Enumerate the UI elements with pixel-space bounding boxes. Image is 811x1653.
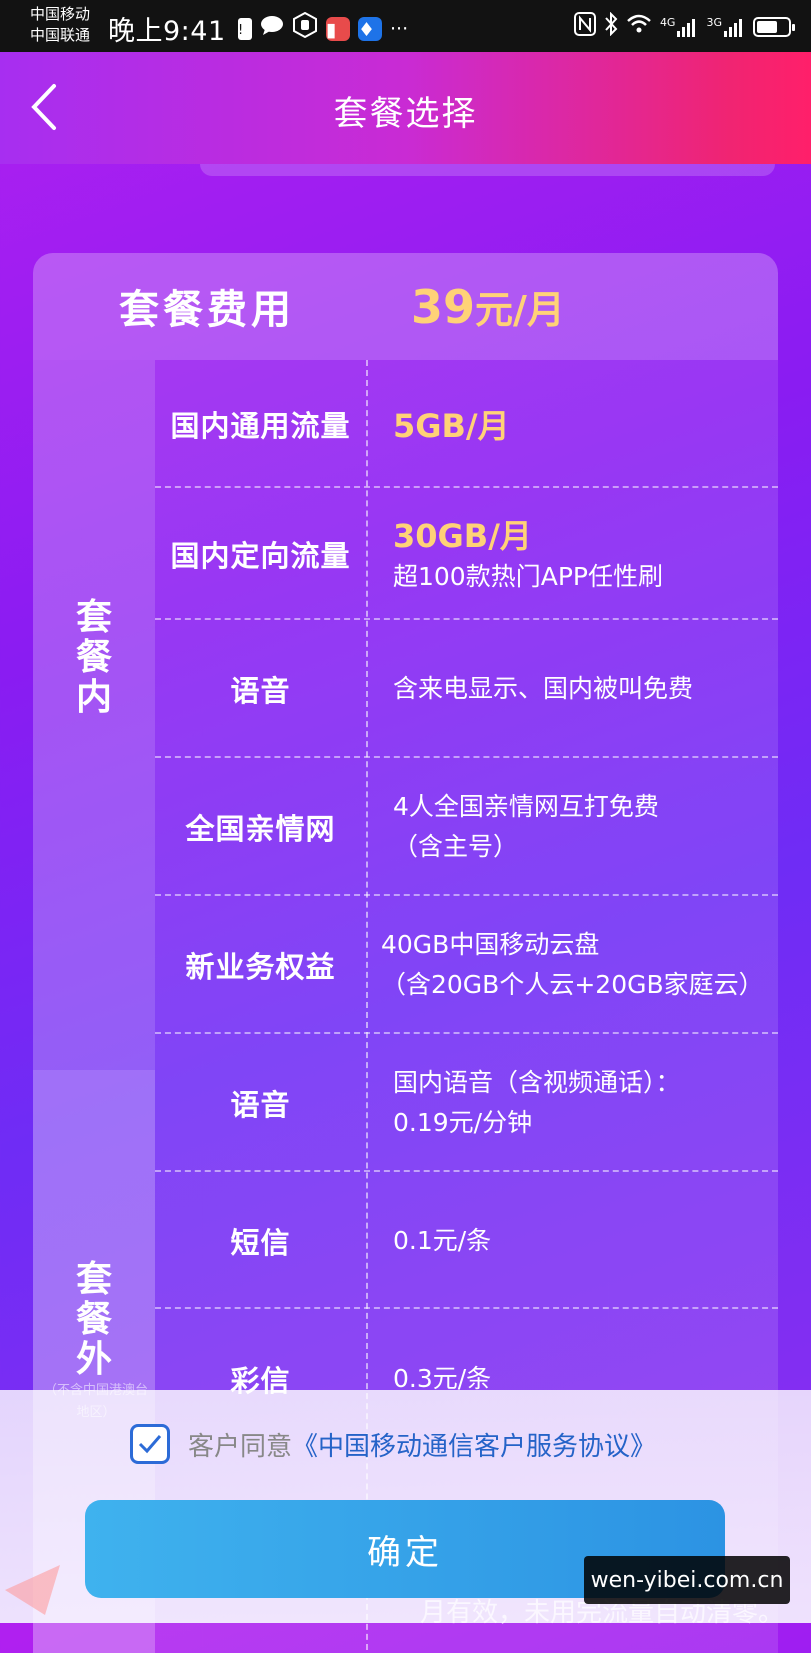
- row-label: 短信: [230, 1225, 291, 1260]
- row-detail: 超100款热门APP任性刷: [393, 562, 663, 591]
- section-excluded-label: 套餐外: [75, 1259, 112, 1380]
- carrier-1: 中国移动: [30, 5, 91, 23]
- signal-3g-icon: 3G: [706, 16, 745, 38]
- signal-4g-icon: 4G: [660, 16, 699, 38]
- agreement-checkbox[interactable]: [130, 1424, 170, 1464]
- row-detail-2: 0.19元/分钟: [393, 1108, 533, 1137]
- nfc-icon: [573, 12, 596, 41]
- book-app-icon: ▮: [326, 16, 350, 41]
- row-family-network: 全国亲情网 4人全国亲情网互打免费 （含主号）: [155, 758, 778, 896]
- watermark: wen-yibei.com.cn: [584, 1556, 790, 1604]
- row-value: 5GB/月: [393, 407, 510, 445]
- alert-icon: !: [238, 17, 252, 40]
- section-included-label: 套餐内: [75, 597, 112, 718]
- row-label: 语音: [230, 1088, 291, 1122]
- section-included: 套餐内: [33, 360, 155, 1070]
- row-value: 30GB/月: [393, 517, 532, 555]
- row-detail: 4人全国亲情网互打免费: [393, 792, 659, 821]
- carrier-2: 中国联通: [30, 26, 91, 44]
- row-detail-2: （含主号）: [393, 832, 519, 861]
- row-extra-voice: 语音 国内语音（含视频通话）： 0.19元/分钟: [155, 1034, 778, 1172]
- row-label: 新业务权益: [185, 950, 336, 984]
- row-directed-data: 国内定向流量 30GB/月 超100款热门APP任性刷: [155, 488, 778, 620]
- hand-icon: [292, 11, 318, 45]
- row-general-data: 国内通用流量 5GB/月: [155, 360, 778, 488]
- fee-unit: 元/月: [475, 288, 565, 332]
- bulb-app-icon: ♦: [358, 16, 382, 41]
- row-detail-2: （含20GB个人云+20GB家庭云）: [381, 970, 764, 999]
- page-title: 套餐选择: [333, 94, 478, 134]
- row-sms: 短信 0.1元/条: [155, 1172, 778, 1309]
- row-label: 国内通用流量: [170, 409, 351, 443]
- fee-value: 39元/月: [411, 279, 565, 334]
- row-detail: 国内语音（含视频通话）：: [393, 1068, 681, 1097]
- wifi-icon: [626, 13, 652, 40]
- row-detail: 40GB中国移动云盘: [381, 930, 600, 959]
- row-label: 全国亲情网: [185, 812, 336, 846]
- message-bubble-icon: [260, 14, 284, 43]
- agreement-prefix: 客户同意: [188, 1431, 293, 1462]
- nav-header: 套餐选择: [0, 52, 811, 164]
- agreement-row: 客户同意《中国移动通信客户服务协议》: [130, 1424, 656, 1464]
- row-detail: 0.1元/条: [393, 1225, 492, 1255]
- carrier-info: 中国移动 中国联通: [30, 4, 90, 46]
- service-agreement-link[interactable]: 《中国移动通信客户服务协议》: [292, 1432, 656, 1462]
- fee-label: 套餐费用: [119, 287, 295, 333]
- status-bar: 中国移动 中国联通 晚上9:41 ! ▮ ♦ ··· 4G 3G: [0, 0, 811, 52]
- row-voice: 语音 含来电显示、国内被叫免费: [155, 620, 778, 758]
- battery-icon: [753, 16, 795, 37]
- checkmark-icon: [138, 1435, 162, 1454]
- system-status: 4G 3G: [573, 11, 795, 41]
- row-label: 国内定向流量: [170, 539, 351, 573]
- row-label: 语音: [230, 674, 291, 708]
- bluetooth-icon: [604, 11, 618, 41]
- notification-icons: ! ▮ ♦ ···: [238, 11, 409, 45]
- top-card-edge: [200, 164, 775, 176]
- row-detail: 含来电显示、国内被叫免费: [393, 674, 694, 703]
- fee-row: 套餐费用 39元/月: [33, 253, 778, 360]
- row-new-benefits: 新业务权益 40GB中国移动云盘 （含20GB个人云+20GB家庭云）: [155, 896, 778, 1034]
- status-time: 晚上9:41: [108, 16, 226, 47]
- more-icon: ···: [390, 17, 409, 40]
- fee-amount: 39: [411, 280, 476, 334]
- paper-plane-icon: [5, 1565, 60, 1615]
